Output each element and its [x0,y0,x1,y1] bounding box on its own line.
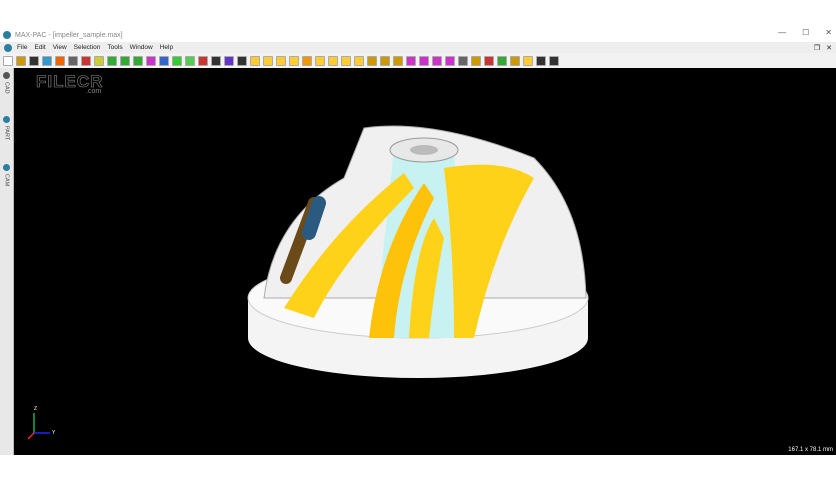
toolbar-button-38-icon[interactable] [497,55,507,66]
impeller-model [27,125,589,440]
menu-bar: File Edit View Selection Tools Window He… [0,42,836,53]
axis-triad [27,413,50,440]
toolbar [0,53,836,68]
toolbar-button-30-icon[interactable] [393,55,403,66]
toolbar-button-13-icon[interactable] [172,55,182,66]
axis-z-label: Z [34,406,38,412]
menu-help[interactable]: Help [160,44,173,51]
toolbar-button-28-icon[interactable] [367,55,377,66]
toolbar-button-2-icon[interactable] [29,55,39,66]
toolbar-button-15-icon[interactable] [198,55,208,66]
toolbar-button-11-icon[interactable] [146,55,156,66]
cutting-tool [302,196,326,240]
menu-window[interactable]: Window [130,44,153,51]
menu-tools[interactable]: Tools [107,44,122,51]
toolbar-button-1-icon[interactable] [16,55,26,66]
sidebar-tab-part[interactable]: PART [1,116,12,140]
toolbar-button-12-icon[interactable] [159,55,169,66]
menu-view[interactable]: View [53,44,67,51]
toolbar-button-24-icon[interactable] [315,55,325,66]
toolbar-button-18-icon[interactable] [237,55,247,66]
toolbar-button-37-icon[interactable] [484,55,494,66]
sidebar: CAD PART CAM [0,68,14,455]
maximize-button[interactable]: ☐ [802,28,809,37]
cam-icon [3,164,10,171]
toolbar-button-32-icon[interactable] [419,55,429,66]
toolbar-button-14-icon[interactable] [185,55,195,66]
toolbar-button-42-icon[interactable] [549,55,559,66]
sidebar-tab-label: CAD [3,82,10,94]
toolbar-button-0-icon[interactable] [3,55,13,66]
toolbar-button-40-icon[interactable] [523,55,533,66]
sidebar-tab-label: PART [3,126,10,141]
axis-y-label: Y [52,430,56,436]
toolbar-button-20-icon[interactable] [263,55,273,66]
sidebar-tab-label: CAM [3,174,10,187]
toolbar-button-6-icon[interactable] [81,55,91,66]
cad-icon [3,72,10,79]
minimize-button[interactable]: — [778,28,786,37]
menu-selection[interactable]: Selection [74,44,101,51]
toolbar-button-17-icon[interactable] [224,55,234,66]
part-icon [3,116,10,123]
toolbar-button-36-icon[interactable] [471,55,481,66]
toolbar-button-19-icon[interactable] [250,55,260,66]
toolbar-button-5-icon[interactable] [68,55,78,66]
toolbar-button-23-icon[interactable] [302,55,312,66]
toolbar-button-31-icon[interactable] [406,55,416,66]
toolbar-button-25-icon[interactable] [328,55,338,66]
toolbar-button-7-icon[interactable] [94,55,104,66]
toolbar-button-27-icon[interactable] [354,55,364,66]
menu-edit[interactable]: Edit [34,44,45,51]
menu-file[interactable]: File [17,44,27,51]
sidebar-tab-cad[interactable]: CAD [1,72,12,94]
title-bar: MAX-PAC - [impeller_sample.max] — ☐ ✕ [0,28,836,42]
toolbar-button-22-icon[interactable] [289,55,299,66]
toolbar-button-26-icon[interactable] [341,55,351,66]
app-logo-icon [3,31,11,39]
3d-viewport[interactable]: FILECR .com Z Y 167.1 x 78.1 mm [14,68,836,455]
mdi-close-button[interactable]: ✕ [826,44,832,52]
close-button[interactable]: ✕ [825,28,832,37]
toolbar-button-41-icon[interactable] [536,55,546,66]
toolbar-button-4-icon[interactable] [55,55,65,66]
toolbar-button-39-icon[interactable] [510,55,520,66]
dimensions-readout: 167.1 x 78.1 mm [788,447,833,453]
toolbar-button-34-icon[interactable] [445,55,455,66]
toolbar-button-33-icon[interactable] [432,55,442,66]
toolbar-button-9-icon[interactable] [120,55,130,66]
sidebar-tab-cam[interactable]: CAM [1,164,12,186]
window-title: MAX-PAC - [impeller_sample.max] [15,31,123,39]
mdi-restore-button[interactable]: ❐ [814,44,820,52]
toolbar-button-10-icon[interactable] [133,55,143,66]
hub-bore [410,145,438,155]
toolbar-button-16-icon[interactable] [211,55,221,66]
toolbar-button-8-icon[interactable] [107,55,117,66]
toolbar-button-3-icon[interactable] [42,55,52,66]
toolbar-button-21-icon[interactable] [276,55,286,66]
app-menu-icon[interactable] [4,43,12,52]
toolbar-button-35-icon[interactable] [458,55,468,66]
toolbar-button-29-icon[interactable] [380,55,390,66]
